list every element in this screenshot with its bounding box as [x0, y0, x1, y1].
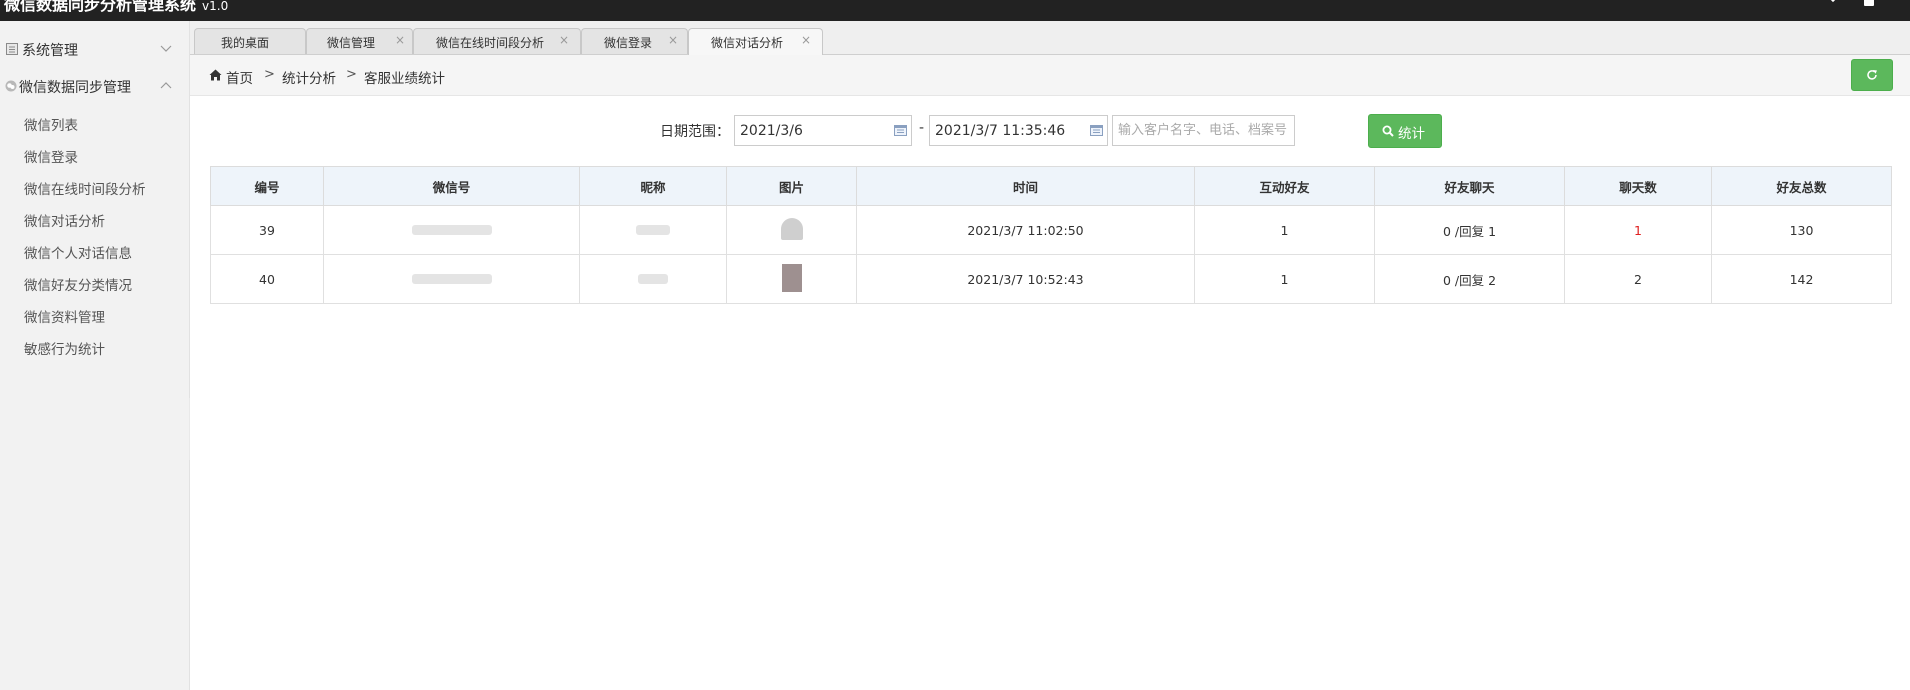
avatar[interactable]	[781, 263, 802, 292]
cell-image	[726, 254, 857, 304]
tab-wechat-login[interactable]: 微信登录 ×	[581, 28, 688, 54]
redacted-text	[636, 224, 670, 235]
main-content: 首页 > 统计分析 > 客服业绩统计 日期范围： -	[190, 55, 1910, 690]
avatar[interactable]	[780, 217, 803, 240]
cell-id: 40	[210, 254, 324, 304]
stats-table: 编号 微信号 昵称 图片 时间 互动好友 好友聊天 聊天数 好友总数 39 20…	[210, 166, 1892, 304]
customer-search-input[interactable]	[1112, 115, 1295, 146]
cell-friend-chat: 0 /回复 2	[1374, 254, 1565, 304]
col-header-time[interactable]: 时间	[856, 166, 1195, 206]
breadcrumb-separator: >	[346, 67, 357, 82]
cell-total-friends: 130	[1711, 205, 1892, 255]
redacted-text	[411, 224, 492, 235]
sidebar-item-profile-manage[interactable]: 微信资料管理	[24, 306, 105, 326]
close-icon[interactable]: ×	[559, 33, 569, 47]
sidebar-item-personal-dialog[interactable]: 微信个人对话信息	[24, 242, 132, 262]
tab-label: 微信管理	[327, 36, 376, 50]
cell-nickname	[579, 205, 727, 255]
close-icon[interactable]: ×	[801, 33, 811, 47]
tab-label: 我的桌面	[221, 36, 270, 50]
tab-label: 微信在线时间段分析	[436, 36, 545, 50]
tab-label: 微信登录	[604, 36, 653, 50]
end-date-input[interactable]	[929, 115, 1108, 146]
col-header-total-friends[interactable]: 好友总数	[1711, 166, 1892, 206]
sidebar-item-wechat-list[interactable]: 微信列表	[24, 114, 78, 134]
sidebar: 系统管理 微信数据同步管理 微信列表 微信登录 微信在线时间段分析 微信对话分析…	[0, 21, 190, 690]
sidebar-item-wechat-login[interactable]: 微信登录	[24, 146, 78, 166]
col-header-interactive-friends[interactable]: 互动好友	[1194, 166, 1375, 206]
top-header: 微信数据同步分析管理系统 v1.0	[0, 0, 1910, 21]
cell-image	[726, 205, 857, 255]
home-icon	[209, 69, 222, 81]
table-row[interactable]: 39 2021/3/7 11:02:50 1 0 /回复 1 1 130	[210, 205, 1892, 255]
start-date-input[interactable]	[734, 115, 912, 146]
menu-group-label: 系统管理	[22, 43, 78, 59]
system-icon	[6, 43, 18, 55]
cell-time: 2021/3/7 10:52:43	[856, 254, 1195, 304]
cell-nickname	[579, 254, 727, 304]
breadcrumb-separator: >	[264, 67, 275, 82]
cell-time: 2021/3/7 11:02:50	[856, 205, 1195, 255]
chevron-up-icon	[160, 82, 172, 89]
col-header-wechat-id[interactable]: 微信号	[323, 166, 580, 206]
start-date-field	[734, 115, 912, 146]
end-date-field	[929, 115, 1108, 146]
refresh-button[interactable]	[1851, 59, 1893, 91]
chevron-down-icon	[160, 45, 172, 52]
breadcrumb-current: 客服业绩统计	[364, 71, 445, 87]
redacted-text	[411, 273, 492, 284]
menu-group-wechat-sync[interactable]: 微信数据同步管理	[0, 68, 189, 104]
tab-dialog-analysis[interactable]: 微信对话分析 ×	[688, 28, 823, 55]
close-icon[interactable]: ×	[395, 33, 405, 47]
sidebar-item-dialog-analysis[interactable]: 微信对话分析	[24, 210, 105, 230]
breadcrumb-stats[interactable]: 统计分析	[282, 67, 336, 87]
app-title-text: 微信数据同步分析管理系统	[4, 0, 197, 14]
tab-bar: 我的桌面 微信管理 × 微信在线时间段分析 × 微信登录 × 微信对话分析 ×	[190, 21, 1910, 55]
stat-submit-button[interactable]: 统计	[1368, 114, 1442, 148]
stat-button-label: 统计	[1398, 126, 1425, 142]
col-header-chat-count[interactable]: 聊天数	[1564, 166, 1712, 206]
cell-total-friends: 142	[1711, 254, 1892, 304]
breadcrumb: 首页 > 统计分析 > 客服业绩统计	[190, 55, 1910, 96]
date-range-label: 日期范围：	[660, 124, 730, 140]
calendar-icon[interactable]	[1090, 124, 1103, 136]
cell-chat-count: 2	[1564, 254, 1712, 304]
cell-id: 39	[210, 205, 324, 255]
cell-interactive-friends: 1	[1194, 254, 1375, 304]
close-icon[interactable]: ×	[668, 33, 678, 47]
col-header-nickname[interactable]: 昵称	[579, 166, 727, 206]
table-header-row: 编号 微信号 昵称 图片 时间 互动好友 好友聊天 聊天数 好友总数	[210, 166, 1892, 206]
sidebar-item-sensitive-stats[interactable]: 敏感行为统计	[24, 338, 105, 358]
user-icon[interactable]	[1864, 0, 1874, 6]
cell-friend-chat: 0 /回复 1	[1374, 205, 1565, 255]
sidebar-item-friend-category[interactable]: 微信好友分类情况	[24, 274, 132, 294]
col-header-image[interactable]: 图片	[726, 166, 857, 206]
tab-my-desktop[interactable]: 我的桌面	[194, 28, 306, 54]
calendar-icon[interactable]	[894, 124, 907, 136]
chevron-down-icon[interactable]	[1826, 0, 1840, 6]
redacted-text	[638, 273, 668, 284]
refresh-icon	[1867, 70, 1877, 80]
cell-interactive-friends: 1	[1194, 205, 1375, 255]
date-range-separator: -	[919, 120, 925, 136]
tab-label: 微信对话分析	[711, 36, 784, 50]
table-row[interactable]: 40 2021/3/7 10:52:43 1 0 /回复 2 2 142	[210, 254, 1892, 304]
cell-wechat-id	[323, 205, 580, 255]
cell-chat-count[interactable]: 1	[1564, 205, 1712, 255]
sidebar-item-online-period[interactable]: 微信在线时间段分析	[24, 178, 146, 198]
cell-wechat-id	[323, 254, 580, 304]
app-version: v1.0	[202, 0, 229, 13]
breadcrumb-home[interactable]: 首页	[226, 67, 253, 87]
col-header-id[interactable]: 编号	[210, 166, 324, 206]
wechat-icon	[5, 80, 17, 92]
tab-wechat-manage[interactable]: 微信管理 ×	[306, 28, 413, 54]
app-title: 微信数据同步分析管理系统 v1.0	[4, 0, 228, 15]
menu-group-label: 微信数据同步管理	[19, 80, 131, 96]
col-header-friend-chat[interactable]: 好友聊天	[1374, 166, 1565, 206]
search-icon	[1382, 125, 1394, 137]
tab-online-period[interactable]: 微信在线时间段分析 ×	[413, 28, 581, 54]
menu-group-system[interactable]: 系统管理	[0, 31, 189, 67]
